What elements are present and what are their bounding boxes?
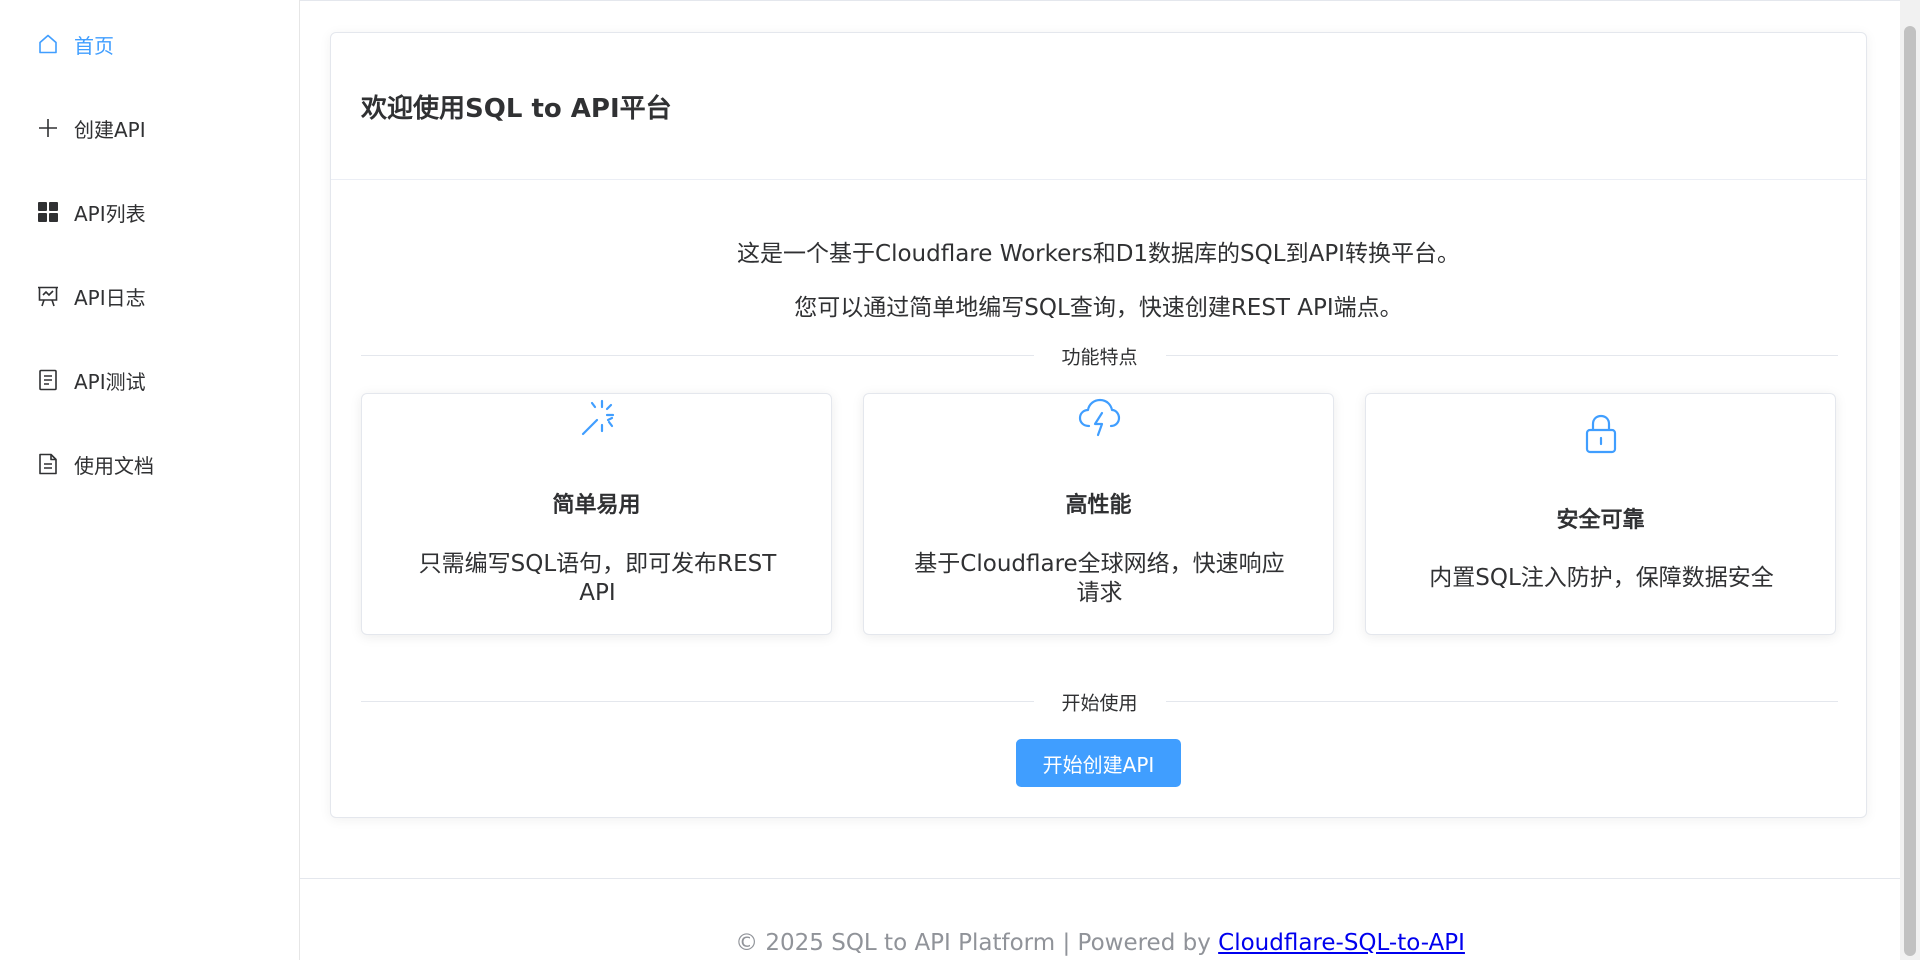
- sidebar-item-label: 使用文档: [74, 453, 154, 478]
- sidebar-item-api-list[interactable]: API列表: [0, 184, 299, 240]
- feature-description: 基于Cloudflare全球网络，快速响应请求: [914, 551, 1285, 606]
- lock-icon: [1579, 411, 1623, 455]
- file-text-icon: [36, 452, 60, 476]
- feature-card-security: 安全可靠 内置SQL注入防护，保障数据安全: [1365, 393, 1836, 635]
- sidebar-item-docs[interactable]: 使用文档: [0, 436, 299, 492]
- cloud-lightning-icon: [1077, 396, 1121, 440]
- card-header: 欢迎使用SQL to API平台: [331, 33, 1866, 180]
- sidebar-item-home[interactable]: 首页: [0, 16, 299, 72]
- sidebar-item-label: 首页: [74, 33, 114, 58]
- sidebar-item-api-test[interactable]: API测试: [0, 352, 299, 408]
- page-scrollbar[interactable]: [1900, 0, 1920, 960]
- sidebar-item-api-logs[interactable]: API日志: [0, 268, 299, 324]
- sidebar-item-create-api[interactable]: 创建API: [0, 100, 299, 156]
- sidebar-menu: 首页 创建API API列表 API日志 API测试 使用文档: [0, 0, 300, 960]
- features-divider-label: 功能特点: [1033, 342, 1166, 369]
- feature-card-easy: 简单易用 只需编写SQL语句，即可发布REST API: [361, 393, 832, 635]
- document-icon: [36, 368, 60, 392]
- footer-text: © 2025 SQL to API Platform | Powered by: [735, 930, 1219, 956]
- welcome-card: 欢迎使用SQL to API平台 这是一个基于Cloudflare Worker…: [330, 32, 1867, 818]
- start-divider: 开始使用: [361, 688, 1838, 715]
- grid-icon: [36, 200, 60, 224]
- home-icon: [36, 32, 60, 56]
- intro-text-1: 这是一个基于Cloudflare Workers和D1数据库的SQL到API转换…: [737, 241, 1460, 267]
- feature-title: 高性能: [1065, 493, 1132, 518]
- feature-card-performance: 高性能 基于Cloudflare全球网络，快速响应请求: [863, 393, 1334, 635]
- features-divider: 功能特点: [361, 342, 1838, 369]
- sidebar-item-label: 创建API: [74, 117, 146, 142]
- start-create-api-button[interactable]: 开始创建API: [1016, 739, 1181, 787]
- sidebar-item-label: API测试: [74, 369, 146, 394]
- plus-icon: [36, 116, 60, 140]
- feature-description: 只需编写SQL语句，即可发布REST API: [418, 551, 777, 606]
- magic-wand-icon: [575, 396, 619, 440]
- intro-text-2: 您可以通过简单地编写SQL查询，快速创建REST API端点。: [794, 295, 1403, 321]
- footer-divider: [300, 878, 1900, 879]
- main-content: 欢迎使用SQL to API平台 这是一个基于Cloudflare Worker…: [300, 0, 1900, 960]
- sidebar-item-label: API列表: [74, 201, 146, 226]
- scrollbar-thumb[interactable]: [1904, 26, 1916, 956]
- feature-title: 安全可靠: [1556, 508, 1645, 533]
- presentation-icon: [36, 284, 60, 308]
- feature-description: 内置SQL注入防护，保障数据安全: [1429, 565, 1774, 591]
- feature-title: 简单易用: [552, 493, 641, 518]
- footer: © 2025 SQL to API Platform | Powered by …: [300, 930, 1900, 956]
- start-divider-label: 开始使用: [1033, 688, 1166, 715]
- page-title: 欢迎使用SQL to API平台: [361, 93, 672, 124]
- sidebar-item-label: API日志: [74, 285, 146, 310]
- footer-link[interactable]: Cloudflare-SQL-to-API: [1218, 930, 1465, 956]
